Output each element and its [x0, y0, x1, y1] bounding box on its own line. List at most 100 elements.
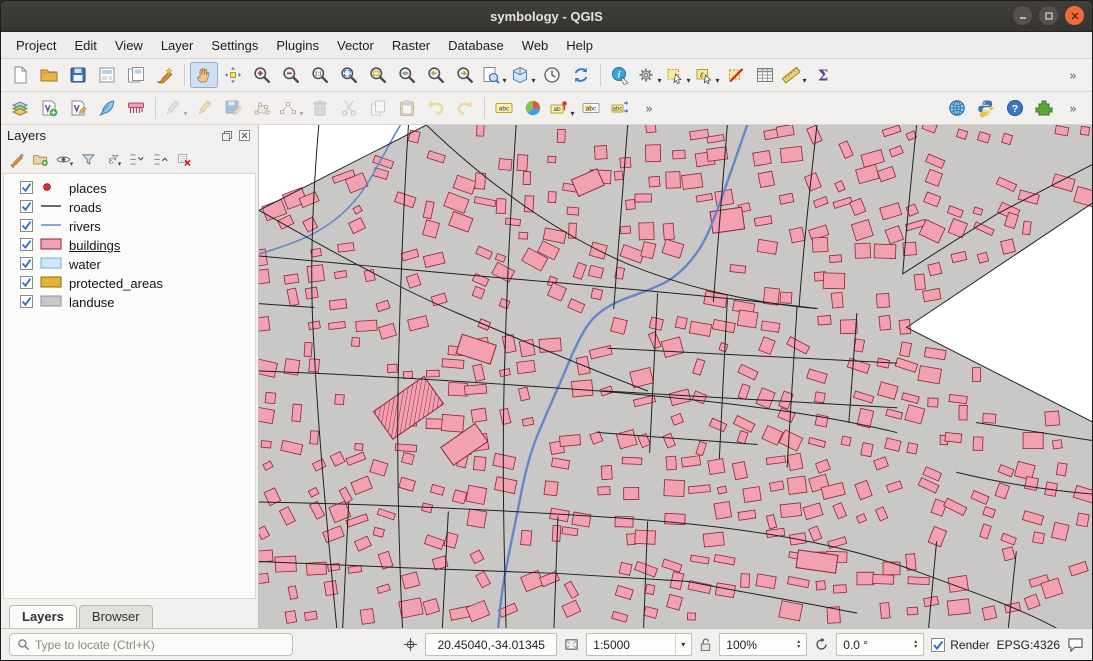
messages-icon[interactable] — [1067, 637, 1084, 652]
layer-checkbox[interactable] — [20, 257, 33, 273]
zoom-to-layer-button[interactable] — [393, 62, 421, 88]
layer-checkbox[interactable] — [20, 295, 33, 311]
pin-labels-button[interactable]: ab▾ — [548, 95, 576, 121]
open-data-source-manager-button[interactable] — [6, 95, 34, 121]
layer-item-rivers[interactable]: rivers — [4, 217, 255, 236]
style-manager-button[interactable] — [151, 62, 179, 88]
menu-settings[interactable]: Settings — [202, 35, 267, 56]
layer-label[interactable]: roads — [69, 200, 102, 215]
layer-checkbox[interactable] — [20, 219, 33, 235]
magnifier-field[interactable]: 100% ▴▾ — [719, 633, 807, 656]
zoom-out-button[interactable] — [277, 62, 305, 88]
open-project-button[interactable] — [35, 62, 63, 88]
new-map-view-button[interactable]: ▾ — [480, 62, 508, 88]
filter-legend-button[interactable] — [77, 148, 99, 170]
pan-to-selection-button[interactable] — [219, 62, 247, 88]
pan-map-button[interactable] — [190, 62, 218, 88]
locator-search-input[interactable]: Type to locate (Ctrl+K) — [9, 633, 293, 656]
new-project-button[interactable] — [6, 62, 34, 88]
rotation-field[interactable]: 0.0 ° ▴▾ — [836, 633, 924, 656]
layer-label[interactable]: water — [69, 257, 101, 272]
layer-checkbox[interactable] — [20, 276, 33, 292]
show-layout-manager-button[interactable] — [122, 62, 150, 88]
open-layer-styling-button[interactable] — [5, 148, 27, 170]
remove-layer-button[interactable] — [173, 148, 195, 170]
layer-item-landuse[interactable]: landuse — [4, 293, 255, 312]
coordinate-input[interactable]: 20.45040,-34.01345 — [425, 633, 557, 656]
zoom-next-button[interactable] — [451, 62, 479, 88]
menu-project[interactable]: Project — [7, 35, 65, 56]
collapse-all-button[interactable] — [149, 148, 171, 170]
menu-vector[interactable]: Vector — [328, 35, 383, 56]
measure-button[interactable]: ▾ — [780, 62, 808, 88]
manage-map-themes-button[interactable]: ▾ — [53, 148, 75, 170]
layer-item-protected_areas[interactable]: protected_areas — [4, 274, 255, 293]
open-attribute-table-button[interactable] — [751, 62, 779, 88]
zoom-native-button[interactable]: 1:1 — [306, 62, 334, 88]
filter-by-expression-button[interactable]: ε▾ — [101, 148, 123, 170]
menu-database[interactable]: Database — [439, 35, 513, 56]
run-feature-action-button[interactable]: ▾ — [635, 62, 663, 88]
menu-raster[interactable]: Raster — [383, 35, 439, 56]
layer-label[interactable]: buildings — [69, 238, 120, 253]
toolbar-overflow-button[interactable]: » — [1059, 62, 1087, 88]
render-checkbox[interactable]: Render — [931, 638, 989, 652]
layer-label[interactable]: places — [69, 181, 107, 196]
panel-tab-browser[interactable]: Browser — [79, 605, 153, 628]
select-by-expression-button[interactable]: ε▾ — [693, 62, 721, 88]
layer-label[interactable]: landuse — [69, 295, 115, 310]
refresh-map-button[interactable] — [567, 62, 595, 88]
zoom-to-selection-button[interactable] — [364, 62, 392, 88]
temporal-controller-button[interactable] — [538, 62, 566, 88]
menu-layer[interactable]: Layer — [152, 35, 203, 56]
crs-label[interactable]: EPSG:4326 — [997, 638, 1060, 652]
layer-item-places[interactable]: places — [4, 179, 255, 198]
extent-icon[interactable] — [564, 637, 579, 652]
layer-label[interactable]: protected_areas — [69, 276, 163, 291]
spinner-arrows-icon[interactable]: ▴▾ — [914, 640, 917, 650]
deselect-features-button[interactable] — [722, 62, 750, 88]
layer-item-roads[interactable]: roads — [4, 198, 255, 217]
map-canvas[interactable] — [259, 125, 1092, 628]
add-vector-layer-button[interactable] — [35, 95, 63, 121]
add-group-button[interactable] — [29, 148, 51, 170]
python-console-button[interactable] — [972, 95, 1000, 121]
layer-checkbox[interactable] — [20, 238, 33, 254]
menu-edit[interactable]: Edit — [65, 35, 105, 56]
menu-plugins[interactable]: Plugins — [267, 35, 328, 56]
new-virtual-layer-button[interactable] — [122, 95, 150, 121]
scale-combo[interactable]: 1:5000 ▾ — [586, 633, 692, 656]
spinner-arrows-icon[interactable]: ▴▾ — [797, 640, 800, 650]
statistical-summary-button[interactable]: Σ — [809, 62, 837, 88]
menu-web[interactable]: Web — [513, 35, 558, 56]
minimize-button[interactable] — [1013, 6, 1032, 25]
layer-checkbox[interactable] — [20, 200, 33, 216]
layer-diagrams-button[interactable] — [519, 95, 547, 121]
layer-label[interactable]: rivers — [69, 219, 101, 234]
zoom-last-button[interactable] — [422, 62, 450, 88]
zoom-in-button[interactable] — [248, 62, 276, 88]
panel-tab-layers[interactable]: Layers — [9, 605, 77, 628]
zoom-full-button[interactable] — [335, 62, 363, 88]
panel-close-button[interactable] — [237, 128, 252, 143]
close-button[interactable] — [1065, 6, 1084, 25]
layer-item-buildings[interactable]: buildings — [4, 236, 255, 255]
metasearch-button[interactable] — [943, 95, 971, 121]
layer-item-water[interactable]: water — [4, 255, 255, 274]
new-geopackage-layer-button[interactable] — [93, 95, 121, 121]
coordinate-icon[interactable] — [403, 637, 418, 652]
layer-checkbox[interactable] — [20, 181, 33, 197]
expand-all-button[interactable] — [125, 148, 147, 170]
panel-float-button[interactable] — [219, 128, 234, 143]
new-print-layout-button[interactable] — [93, 62, 121, 88]
install-plugin-button[interactable] — [1030, 95, 1058, 121]
save-project-button[interactable] — [64, 62, 92, 88]
move-label-button[interactable]: abc — [606, 95, 634, 121]
new-3d-map-view-button[interactable]: ▾ — [509, 62, 537, 88]
layer-labeling-button[interactable]: abc — [490, 95, 518, 121]
toolbar2-overflow-button[interactable]: » — [1059, 95, 1087, 121]
labels-overflow-button[interactable]: » — [635, 95, 663, 121]
menu-help[interactable]: Help — [557, 35, 602, 56]
help-button[interactable]: ? — [1001, 95, 1029, 121]
menu-view[interactable]: View — [106, 35, 152, 56]
